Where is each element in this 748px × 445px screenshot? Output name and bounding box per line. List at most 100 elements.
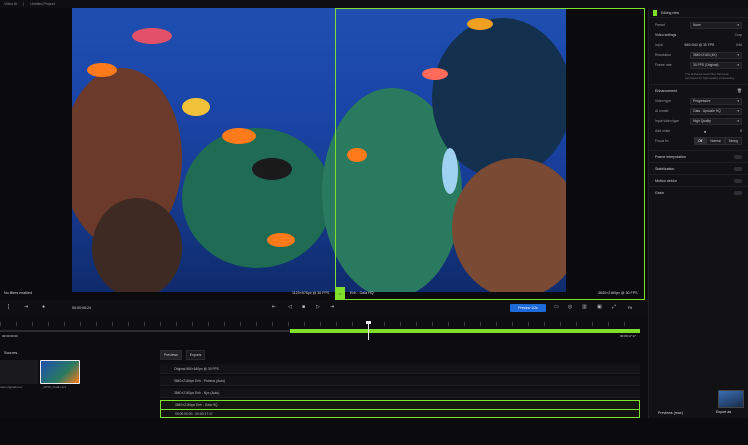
preview-row[interactable]: 3840×2160px Enh - Nyx (Auto) bbox=[160, 388, 640, 398]
playhead-handle[interactable] bbox=[366, 321, 371, 324]
timeline-ticks bbox=[0, 322, 640, 326]
chevron-down-icon: ▾ bbox=[737, 53, 739, 57]
step-back-icon[interactable]: ◁ bbox=[288, 304, 292, 310]
video-settings-row: Video settings Crop bbox=[649, 30, 748, 40]
preset-row: Preset None ▾ bbox=[649, 20, 748, 30]
zoom-select[interactable]: Fit bbox=[628, 306, 632, 310]
input-video-type-select[interactable]: High Quality ▾ bbox=[690, 117, 742, 125]
trash-icon[interactable]: 🗑 bbox=[737, 88, 742, 93]
side-by-side-icon[interactable]: ▣ bbox=[597, 304, 602, 310]
title-bar: Video AI Untitled Project bbox=[0, 0, 748, 8]
skip-to-end-icon[interactable]: ⇥ bbox=[330, 304, 334, 310]
chevron-down-icon: ▾ bbox=[737, 63, 739, 67]
frame-interpolation-section[interactable]: Frame interpolation bbox=[649, 150, 748, 162]
add-noise-label: Add noise bbox=[655, 129, 671, 133]
enhanced-preview-frame bbox=[335, 8, 645, 300]
preview-row[interactable]: Original 960×540px @ 30 FPS bbox=[160, 364, 640, 374]
mark-in-icon[interactable]: ] bbox=[8, 304, 9, 310]
previews-panel: Previews Exports Original 960×540px @ 30… bbox=[156, 348, 648, 418]
split-handle-icon[interactable]: ⇔ bbox=[335, 287, 345, 300]
playhead[interactable] bbox=[368, 322, 369, 340]
filter-status: No filters enabled bbox=[4, 291, 32, 295]
record-icon[interactable]: ● bbox=[42, 304, 45, 310]
export-button[interactable]: Export as bbox=[716, 410, 731, 414]
motion-deblur-toggle[interactable] bbox=[734, 178, 742, 183]
preset-value: None bbox=[693, 23, 701, 27]
stabilization-title: Stabilization bbox=[655, 166, 675, 171]
play-icon[interactable]: ▷ bbox=[316, 304, 320, 310]
video-type-select[interactable]: Progressive ▾ bbox=[690, 97, 742, 105]
coral-shape bbox=[182, 128, 332, 268]
divider bbox=[23, 2, 25, 6]
project-title[interactable]: Untitled Project bbox=[30, 2, 54, 6]
focus-off-option[interactable]: Off bbox=[694, 137, 707, 145]
source-name: reef-original.mov bbox=[0, 385, 23, 389]
fish-shape bbox=[222, 128, 256, 144]
previews-max-select[interactable]: Previews (max) bbox=[658, 411, 683, 415]
motion-deblur-title: Motion deblur bbox=[655, 178, 677, 183]
add-noise-slider-knob[interactable]: ● bbox=[704, 129, 706, 134]
resolution-select[interactable]: 3840×2160 (4K) ▾ bbox=[690, 51, 742, 59]
preview-row[interactable]: 3840×2160px Enh - Proteus (Auto) bbox=[160, 376, 640, 386]
video-type-value: Progressive bbox=[693, 99, 711, 103]
ai-model-select[interactable]: Gaia - Upscale HQ ▾ bbox=[690, 107, 742, 115]
grain-toggle[interactable] bbox=[734, 190, 742, 195]
grain-section[interactable]: Grain bbox=[649, 186, 748, 198]
focus-fix-label: Focus fix bbox=[655, 139, 669, 143]
motion-deblur-section[interactable]: Motion deblur bbox=[649, 174, 748, 186]
tab-exports[interactable]: Exports bbox=[185, 350, 206, 360]
grain-title: Grain bbox=[655, 190, 664, 195]
skip-icon[interactable]: ⇥ bbox=[24, 304, 28, 310]
stabilization-toggle[interactable] bbox=[734, 166, 742, 171]
preview-row-range: 00:00:00:00 - 00:00:17:17 bbox=[160, 410, 640, 418]
preview-button[interactable]: Preview 1/2s bbox=[510, 304, 546, 312]
tab-previews[interactable]: Previews bbox=[160, 350, 182, 360]
chevron-down-icon: ▾ bbox=[737, 23, 739, 27]
video-type-row: Video type Progressive ▾ bbox=[649, 96, 748, 106]
ai-model-row: AI model Gaia - Upscale HQ ▾ bbox=[649, 106, 748, 116]
input-row: Input 960×540 @ 30 FPS Edit bbox=[649, 40, 748, 50]
fish-shape bbox=[182, 98, 210, 116]
fullscreen-icon[interactable]: ⤢ bbox=[612, 304, 616, 310]
stop-icon[interactable]: ■ bbox=[302, 304, 305, 310]
resolution-label: Resolution bbox=[655, 53, 672, 57]
input-video-type-row: Input video type High Quality ▾ bbox=[649, 116, 748, 126]
edit-button[interactable]: Edit bbox=[736, 43, 742, 47]
previews-tabs: Previews Exports bbox=[160, 350, 206, 360]
preview-row-selected[interactable]: 3840×2160px Enh - Gaia HQ bbox=[160, 400, 640, 410]
frame-rate-row: Frame rate 30 FPS (Original) ▾ bbox=[649, 60, 748, 70]
input-video-type-value: High Quality bbox=[693, 119, 711, 123]
timeline[interactable]: 00:00:00:00 00:00:17:17 bbox=[0, 316, 648, 344]
fish-shape bbox=[267, 233, 295, 247]
frame-rate-select[interactable]: 30 FPS (Original) ▾ bbox=[690, 61, 742, 69]
ai-model-label: AI model bbox=[655, 109, 669, 113]
preset-select[interactable]: None ▾ bbox=[690, 21, 742, 29]
focus-normal-option[interactable]: Normal bbox=[706, 137, 725, 145]
view-icon[interactable]: ◎ bbox=[568, 304, 572, 310]
focus-fix-row: Focus fix Off Normal Strong bbox=[649, 136, 748, 146]
fish-shape bbox=[132, 28, 172, 44]
chevron-down-icon: ▾ bbox=[737, 99, 739, 103]
crop-button[interactable]: Crop bbox=[735, 33, 742, 37]
source-thumbnail[interactable] bbox=[0, 360, 38, 384]
add-noise-row: Add noise ● 0 bbox=[649, 126, 748, 136]
source-thumbnail-selected[interactable] bbox=[40, 360, 80, 384]
panel-tab-indicator[interactable] bbox=[653, 9, 657, 16]
frame-rate-label: Frame rate bbox=[655, 63, 672, 67]
resolution-value: 3840×2160 (4K) bbox=[693, 53, 717, 57]
fish-shape bbox=[252, 158, 292, 180]
panel-header: Editing view bbox=[649, 8, 748, 18]
video-settings-label: Video settings bbox=[655, 33, 677, 37]
focus-fix-segmented: Off Normal Strong bbox=[694, 137, 742, 145]
coral-shape bbox=[92, 198, 182, 292]
compare-icon[interactable]: ▭ bbox=[554, 304, 559, 310]
panel-title: Editing view bbox=[661, 10, 680, 15]
focus-strong-option[interactable]: Strong bbox=[724, 137, 742, 145]
skip-to-start-icon[interactable]: ⇤ bbox=[272, 304, 276, 310]
enhancement-section[interactable]: Enhancement 🗑 bbox=[649, 84, 748, 96]
stabilization-section[interactable]: Stabilization bbox=[649, 162, 748, 174]
timecode-display: 00:00:08:24 bbox=[72, 306, 91, 310]
frame-interpolation-toggle[interactable] bbox=[734, 154, 742, 159]
fish-shape bbox=[87, 63, 117, 77]
split-view-icon[interactable]: ▥ bbox=[582, 304, 587, 310]
